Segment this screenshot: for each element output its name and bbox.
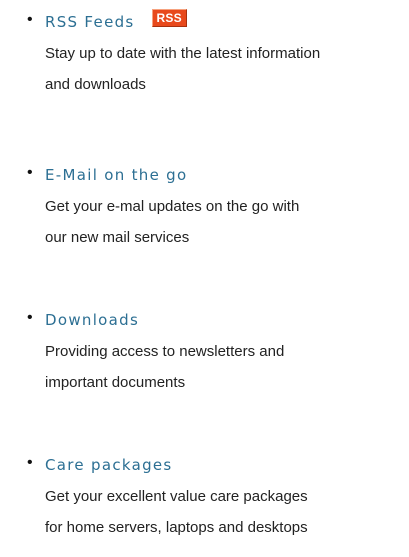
description-line: Providing access to newsletters and — [45, 343, 285, 360]
description-line: our new mail services — [45, 229, 190, 246]
description-line: Get your excellent value care packages — [45, 488, 308, 505]
description-line: and downloads — [45, 76, 146, 93]
title-row: Downloads — [45, 311, 139, 329]
bullet-icon: • — [27, 309, 33, 326]
downloads-link[interactable]: Downloads — [45, 311, 139, 329]
description-line: for home servers, laptops and desktops — [45, 519, 308, 536]
description-line: important documents — [45, 374, 186, 391]
title-row: E-Mail on the go — [45, 166, 187, 184]
care-packages-link[interactable]: Care packages — [45, 456, 173, 474]
item-description: Get your excellent value care packages f… — [45, 481, 400, 543]
description-line: Get your e-mal updates on the go with — [45, 198, 300, 215]
item-description: Stay up to date with the latest informat… — [45, 38, 400, 100]
title-row: Care packages — [45, 456, 173, 474]
title-row: RSS Feeds RSS — [45, 9, 187, 31]
item-description: Get your e-mal updates on the go with ou… — [45, 191, 400, 253]
bullet-icon: • — [27, 164, 33, 181]
item-description: Providing access to newsletters and impo… — [45, 336, 400, 398]
email-on-the-go-link[interactable]: E-Mail on the go — [45, 166, 187, 184]
rss-feeds-link[interactable]: RSS Feeds — [45, 13, 135, 31]
bullet-icon: • — [27, 11, 33, 28]
rss-icon[interactable]: RSS — [151, 9, 187, 27]
description-line: Stay up to date with the latest informat… — [45, 45, 321, 62]
bullet-icon: • — [27, 454, 33, 471]
